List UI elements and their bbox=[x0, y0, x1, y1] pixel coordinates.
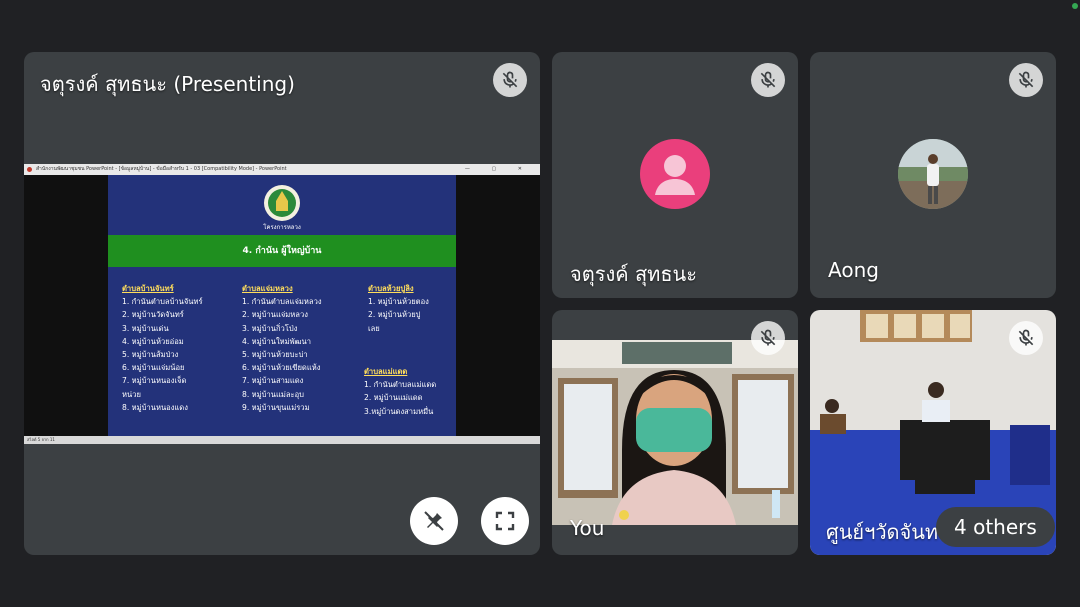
participant-tile-aong[interactable]: Aong bbox=[810, 52, 1056, 298]
ppt-titlebar: สำนักงานพัฒนาชุมชน PowerPoint - [ข้อมูลห… bbox=[24, 164, 540, 175]
participant-tile-you[interactable]: You bbox=[552, 310, 798, 555]
default-avatar bbox=[640, 139, 710, 209]
unpin-button[interactable] bbox=[410, 497, 458, 545]
participant-name: จตุรงค์ สุทธนะ bbox=[570, 262, 697, 286]
participant-name: You bbox=[570, 516, 605, 540]
logo-text: โครงการหลวง bbox=[263, 223, 301, 231]
profile-photo bbox=[898, 139, 968, 209]
participant-tile-center[interactable]: ศูนย์ฯวัดจันท 4 others bbox=[810, 310, 1056, 555]
shared-screen: สำนักงานพัฒนาชุมชน PowerPoint - [ข้อมูลห… bbox=[24, 164, 540, 444]
unpin-icon bbox=[424, 511, 444, 531]
slide-column-4: ตำบลแม่แดด 1. กำนันตำบลแม่แดด 2. หมู่บ้า… bbox=[364, 367, 437, 416]
slide-column-3: ตำบลห้วยปูลิง 1. หมู่บ้านห้วยตอง 2. หมู่… bbox=[368, 284, 429, 333]
mic-off-icon bbox=[1009, 321, 1043, 355]
slide: โครงการหลวง 4. กำนัน ผู้ใหญ่บ้าน ตำบลบ้า… bbox=[108, 175, 456, 436]
default-person-icon bbox=[655, 155, 695, 195]
participant-name: ศูนย์ฯวัดจันท bbox=[826, 520, 939, 544]
mic-off-icon bbox=[751, 63, 785, 97]
slide-column-1: ตำบลบ้านจันทร์ 1. กำนันตำบลบ้านจันทร์ 2.… bbox=[122, 284, 203, 412]
ppt-window-controls: — ▢ ✕ bbox=[464, 166, 532, 172]
participant-tile-presenter[interactable]: จตุรงค์ สุทธนะ bbox=[552, 52, 798, 298]
others-count-button[interactable]: 4 others bbox=[936, 507, 1055, 547]
fullscreen-button[interactable] bbox=[481, 497, 529, 545]
ppt-window-title: สำนักงานพัฒนาชุมชน PowerPoint - [ข้อมูลห… bbox=[36, 166, 287, 172]
royal-project-logo: โครงการหลวง bbox=[263, 185, 301, 231]
camera-feed-you bbox=[552, 340, 798, 525]
fullscreen-icon bbox=[495, 511, 515, 531]
mic-off-icon bbox=[751, 321, 785, 355]
ppt-statusbar: สไลด์ 5 จาก 11 bbox=[24, 436, 540, 444]
presenter-name: จตุรงค์ สุทธนะ (Presenting) bbox=[40, 72, 295, 96]
participant-name: Aong bbox=[828, 258, 879, 282]
slide-heading: 4. กำนัน ผู้ใหญ่บ้าน bbox=[108, 235, 456, 267]
connection-status-dot bbox=[1072, 3, 1078, 9]
mic-off-icon bbox=[1009, 63, 1043, 97]
mic-off-icon bbox=[493, 63, 527, 97]
powerpoint-app-icon bbox=[27, 167, 32, 172]
slide-column-2: ตำบลแจ่มหลวง 1. กำนันตำบลแจ่มหลวง 2. หมู… bbox=[242, 284, 322, 412]
